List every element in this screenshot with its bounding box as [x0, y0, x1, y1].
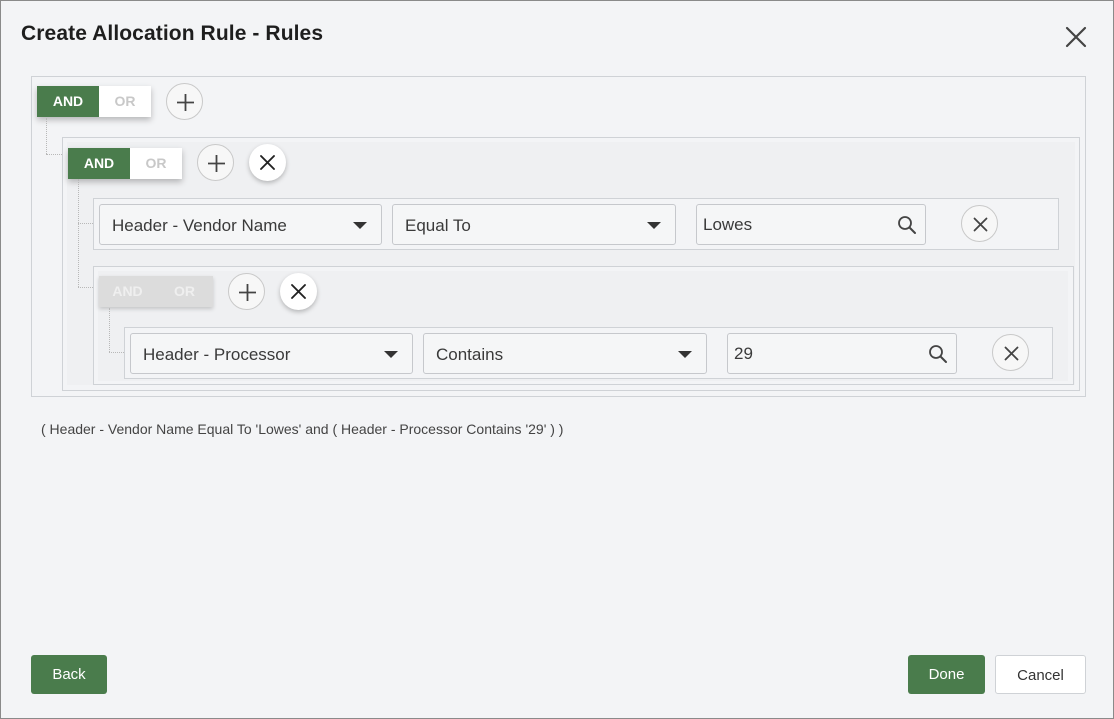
plus-icon — [208, 155, 225, 172]
close-icon[interactable] — [1063, 24, 1089, 50]
close-icon — [291, 284, 306, 299]
search-icon[interactable] — [897, 215, 917, 235]
back-button[interactable]: Back — [31, 655, 107, 694]
nested-add-button[interactable] — [197, 144, 234, 181]
sub-and-button[interactable]: AND — [99, 276, 156, 307]
sub-and-or-toggle: AND OR — [99, 276, 213, 307]
caret-down-icon — [353, 222, 367, 229]
tree-connector — [78, 179, 79, 287]
field-select-value: Header - Processor — [143, 345, 291, 364]
operator-select-value: Equal To — [405, 216, 471, 235]
caret-down-icon — [678, 351, 692, 358]
done-button[interactable]: Done — [908, 655, 985, 694]
tree-connector — [78, 287, 93, 288]
plus-icon — [177, 94, 194, 111]
cancel-button[interactable]: Cancel — [995, 655, 1086, 694]
nested-remove-group-button[interactable] — [249, 144, 286, 181]
root-and-button[interactable]: AND — [37, 86, 99, 117]
nested-and-or-toggle: AND OR — [68, 148, 182, 179]
root-and-or-toggle: AND OR — [37, 86, 151, 117]
operator-select-value: Contains — [436, 345, 504, 364]
remove-circle-icon — [1004, 346, 1019, 361]
tree-connector — [46, 118, 47, 154]
remove-condition-button[interactable] — [961, 205, 998, 242]
close-icon — [260, 155, 275, 170]
sub-add-button[interactable] — [228, 273, 265, 310]
operator-select[interactable]: Equal To — [392, 204, 676, 245]
field-select[interactable]: Header - Vendor Name — [99, 204, 382, 245]
root-add-button[interactable] — [166, 83, 203, 120]
nested-and-button[interactable]: AND — [68, 148, 130, 179]
caret-down-icon — [384, 351, 398, 358]
tree-connector — [109, 308, 110, 352]
search-icon[interactable] — [928, 344, 948, 364]
rule-summary-text: ( Header - Vendor Name Equal To 'Lowes' … — [41, 421, 564, 437]
value-input[interactable] — [734, 343, 914, 365]
sub-remove-group-button[interactable] — [280, 273, 317, 310]
plus-icon — [239, 284, 256, 301]
remove-circle-icon — [973, 217, 988, 232]
tree-connector — [78, 223, 93, 224]
value-search-field — [696, 204, 926, 245]
allocation-rule-dialog: Create Allocation Rule - Rules AND OR AN… — [0, 0, 1114, 719]
nested-or-button[interactable]: OR — [130, 148, 182, 179]
caret-down-icon — [647, 222, 661, 229]
value-search-field — [727, 333, 957, 374]
field-select-value: Header - Vendor Name — [112, 216, 287, 235]
remove-condition-button[interactable] — [992, 334, 1029, 371]
field-select[interactable]: Header - Processor — [130, 333, 413, 374]
dialog-title: Create Allocation Rule - Rules — [21, 22, 324, 45]
root-or-button[interactable]: OR — [99, 86, 151, 117]
tree-connector — [46, 154, 62, 155]
tree-connector — [109, 352, 124, 353]
sub-or-button[interactable]: OR — [156, 276, 213, 307]
operator-select[interactable]: Contains — [423, 333, 707, 374]
value-input[interactable] — [703, 214, 883, 236]
